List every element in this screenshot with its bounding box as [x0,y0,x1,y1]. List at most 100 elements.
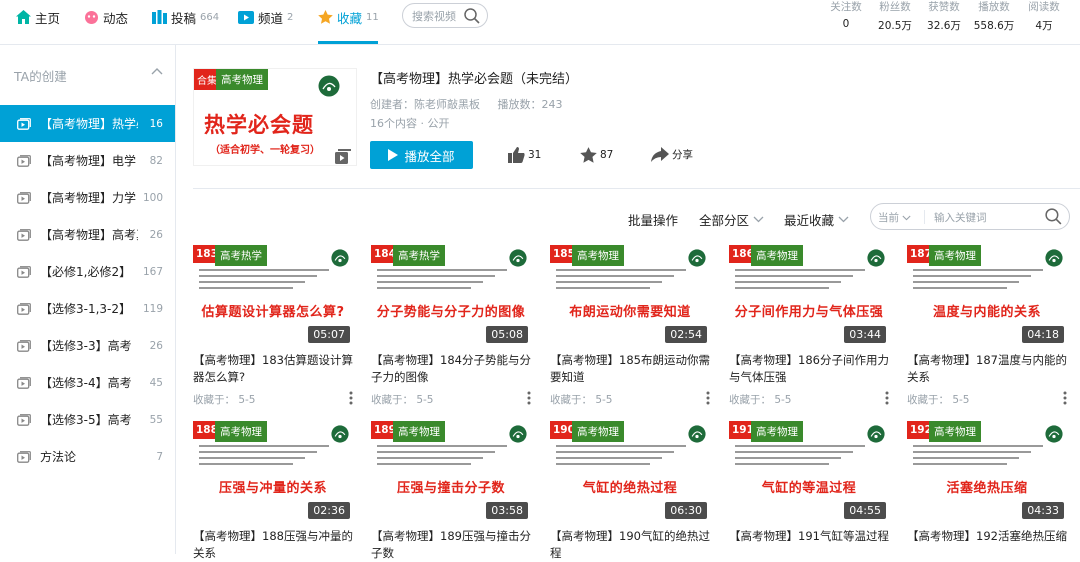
video-thumbnail[interactable]: 190 高考物理 气缸的绝热过程 06:30 [550,421,710,522]
thumbnail-section: 高考物理 [215,421,267,442]
sidebar-item[interactable]: 【必修1,必修2】 167 [0,253,175,290]
video-meta: 收藏于： 5-5 [371,391,531,407]
video-title[interactable]: 【高考物理】184分子势能与分子力的图像 [371,352,531,386]
sidebar-item-count: 16 [149,117,163,130]
video-card[interactable]: 190 高考物理 气缸的绝热过程 06:30 【高考物理】190气缸的绝热过程 [550,421,710,562]
video-thumbnail[interactable]: 191 高考物理 气缸的等温过程 04:55 [729,421,889,522]
star-icon [580,147,597,163]
star-icon [318,10,333,24]
stat-fans[interactable]: 粉丝数 20.5万 [873,0,917,33]
share-button[interactable]: 分享 [651,147,693,162]
video-card[interactable]: 189 高考物理 压强与撞击分子数 03:58 【高考物理】189压强与撞击分子数 [371,421,531,562]
channel-logo-icon [331,425,349,443]
video-title[interactable]: 【高考物理】191气缸等温过程 [729,528,889,562]
video-thumbnail[interactable]: 186 高考物理 分子间作用力与气体压强 03:44 [729,245,889,346]
like-button[interactable]: 31 [508,147,541,163]
channel-logo-icon [1045,249,1063,267]
nav-channel[interactable]: 频道 2 [238,8,293,26]
more-options-icon[interactable] [885,391,889,405]
batch-operation[interactable]: 批量操作 [628,210,678,229]
video-search-input[interactable]: 当前 输入关键词 [870,203,1070,230]
cover-title: 热学必会题 [204,113,314,137]
search-input[interactable]: 搜索视频 [402,3,488,28]
nav-home[interactable]: 主页 [16,8,60,26]
collection-plays: 播放数：243 [497,98,563,111]
more-options-icon[interactable] [527,391,531,405]
sidebar-heading[interactable]: TA的创建 [0,45,175,105]
video-card[interactable]: 185 高考物理 布朗运动你需要知道 02:54 【高考物理】185布朗运动你需要知道收… [550,245,710,407]
sidebar-item[interactable]: 【高考物理】热学必会题（未完结） 16 [0,105,175,142]
sidebar-list: 【高考物理】热学必会题（未完结）16【高考物理】电学82【高考物理】力学100【… [0,105,175,475]
favorite-button[interactable]: 87 [580,147,613,163]
sidebar-item[interactable]: 方法论 7 [0,438,175,475]
sidebar-item-count: 45 [149,376,163,389]
nav-activity[interactable]: 动态 [84,8,128,26]
nav-favorites[interactable]: 收藏 11 [318,8,379,26]
video-thumbnail[interactable]: 187 高考物理 温度与内能的关系 04:18 [907,245,1067,346]
playlist-icon [17,302,31,315]
sidebar-item[interactable]: 【选修3-5】高考 55 [0,401,175,438]
stat-following-label: 关注数 [830,1,862,13]
video-card[interactable]: 186 高考物理 分子间作用力与气体压强 03:44 【高考物理】186分子间作用力与气… [729,245,889,407]
sidebar-item[interactable]: 【选修3-4】高考 45 [0,364,175,401]
more-options-icon[interactable] [349,391,353,405]
stat-following-value: 0 [842,18,850,30]
video-duration: 04:18 [1022,326,1064,343]
stat-following[interactable]: 关注数 0 [824,0,868,30]
nav-upload[interactable]: 投稿 664 [152,8,219,26]
more-options-icon[interactable] [1063,391,1067,405]
collection-creator[interactable]: 创建者：陈老师敲黑板 [370,98,480,111]
video-card[interactable]: 192 高考物理 活塞绝热压缩 04:33 【高考物理】192活塞绝热压缩 [907,421,1067,562]
thumbnail-heading: 气缸的等温过程 [761,481,857,496]
favorited-date: 收藏于： 5-5 [729,394,792,406]
playlist-icon [17,154,31,167]
video-title[interactable]: 【高考物理】189压强与撞击分子数 [371,528,531,562]
video-thumbnail[interactable]: 185 高考物理 布朗运动你需要知道 02:54 [550,245,710,346]
sidebar-item[interactable]: 【高考物理】电学 82 [0,142,175,179]
search-icon[interactable] [1044,207,1063,226]
video-thumbnail[interactable]: 189 高考物理 压强与撞击分子数 03:58 [371,421,531,522]
video-thumbnail[interactable]: 183 高考热学 估算题设计算器怎么算? 05:07 [193,245,353,346]
nav-channel-label: 频道 [258,10,284,26]
more-options-icon[interactable] [706,391,710,405]
stat-plays-value: 558.6万 [973,20,1015,32]
video-title[interactable]: 【高考物理】187温度与内能的关系 [907,352,1067,386]
sidebar-item[interactable]: 【选修3-1,3-2】 119 [0,290,175,327]
play-all-button[interactable]: 播放全部 [370,141,473,169]
video-duration: 03:58 [486,502,528,519]
search-icon[interactable] [463,7,481,25]
sort-dropdown[interactable]: 最近收藏 [784,210,849,229]
video-card[interactable]: 183 高考热学 估算题设计算器怎么算? 05:07 【高考物理】183估算题设计算器怎… [193,245,353,407]
sidebar-item-label: 【必修1,必修2】 [40,265,132,279]
collection-cover[interactable]: 合集 高考物理 热学必会题 （适合初学、一轮复习） [193,68,357,166]
collection-stack-icon [335,149,351,164]
nav-favorites-count: 11 [366,11,379,23]
search-scope-dropdown[interactable]: 当前 [878,210,911,225]
sidebar-item-count: 26 [149,228,163,241]
batch-operation-label: 批量操作 [628,213,679,228]
sidebar-item[interactable]: 【选修3-3】高考 26 [0,327,175,364]
video-title[interactable]: 【高考物理】188压强与冲量的关系 [193,528,353,562]
video-card[interactable]: 191 高考物理 气缸的等温过程 04:55 【高考物理】191气缸等温过程 [729,421,889,562]
all-zones-dropdown[interactable]: 全部分区 [699,210,764,229]
video-title[interactable]: 【高考物理】192活塞绝热压缩 [907,528,1067,562]
like-count: 31 [528,149,542,161]
chevron-up-icon[interactable] [151,67,163,75]
video-title[interactable]: 【高考物理】186分子间作用力与气体压强 [729,352,889,386]
video-thumbnail[interactable]: 192 高考物理 活塞绝热压缩 04:33 [907,421,1067,522]
video-card[interactable]: 187 高考物理 温度与内能的关系 04:18 【高考物理】187温度与内能的关系 收藏于… [907,245,1067,407]
stat-fans-label: 粉丝数 [879,1,911,13]
video-title[interactable]: 【高考物理】185布朗运动你需要知道 [550,352,710,386]
sidebar-item[interactable]: 【高考物理】力学 100 [0,179,175,216]
video-thumbnail[interactable]: 184 高考热学 分子势能与分子力的图像 05:08 [371,245,531,346]
playlist-icon [17,228,31,241]
video-card[interactable]: 188 高考物理 压强与冲量的关系 02:36 【高考物理】188压强与冲量的关系 [193,421,353,562]
sidebar-item[interactable]: 【高考物理】高考真题 26 [0,216,175,253]
video-title[interactable]: 【高考物理】190气缸的绝热过程 [550,528,710,562]
video-thumbnail[interactable]: 188 高考物理 压强与冲量的关系 02:36 [193,421,353,522]
nav-home-label: 主页 [35,10,61,26]
video-title[interactable]: 【高考物理】183估算题设计算器怎么算? [193,352,353,386]
channel-logo-icon [509,249,527,267]
video-card[interactable]: 184 高考热学 分子势能与分子力的图像 05:08 【高考物理】184分子势能与分子力… [371,245,531,407]
thumbnail-heading: 估算题设计算器怎么算? [201,305,345,320]
